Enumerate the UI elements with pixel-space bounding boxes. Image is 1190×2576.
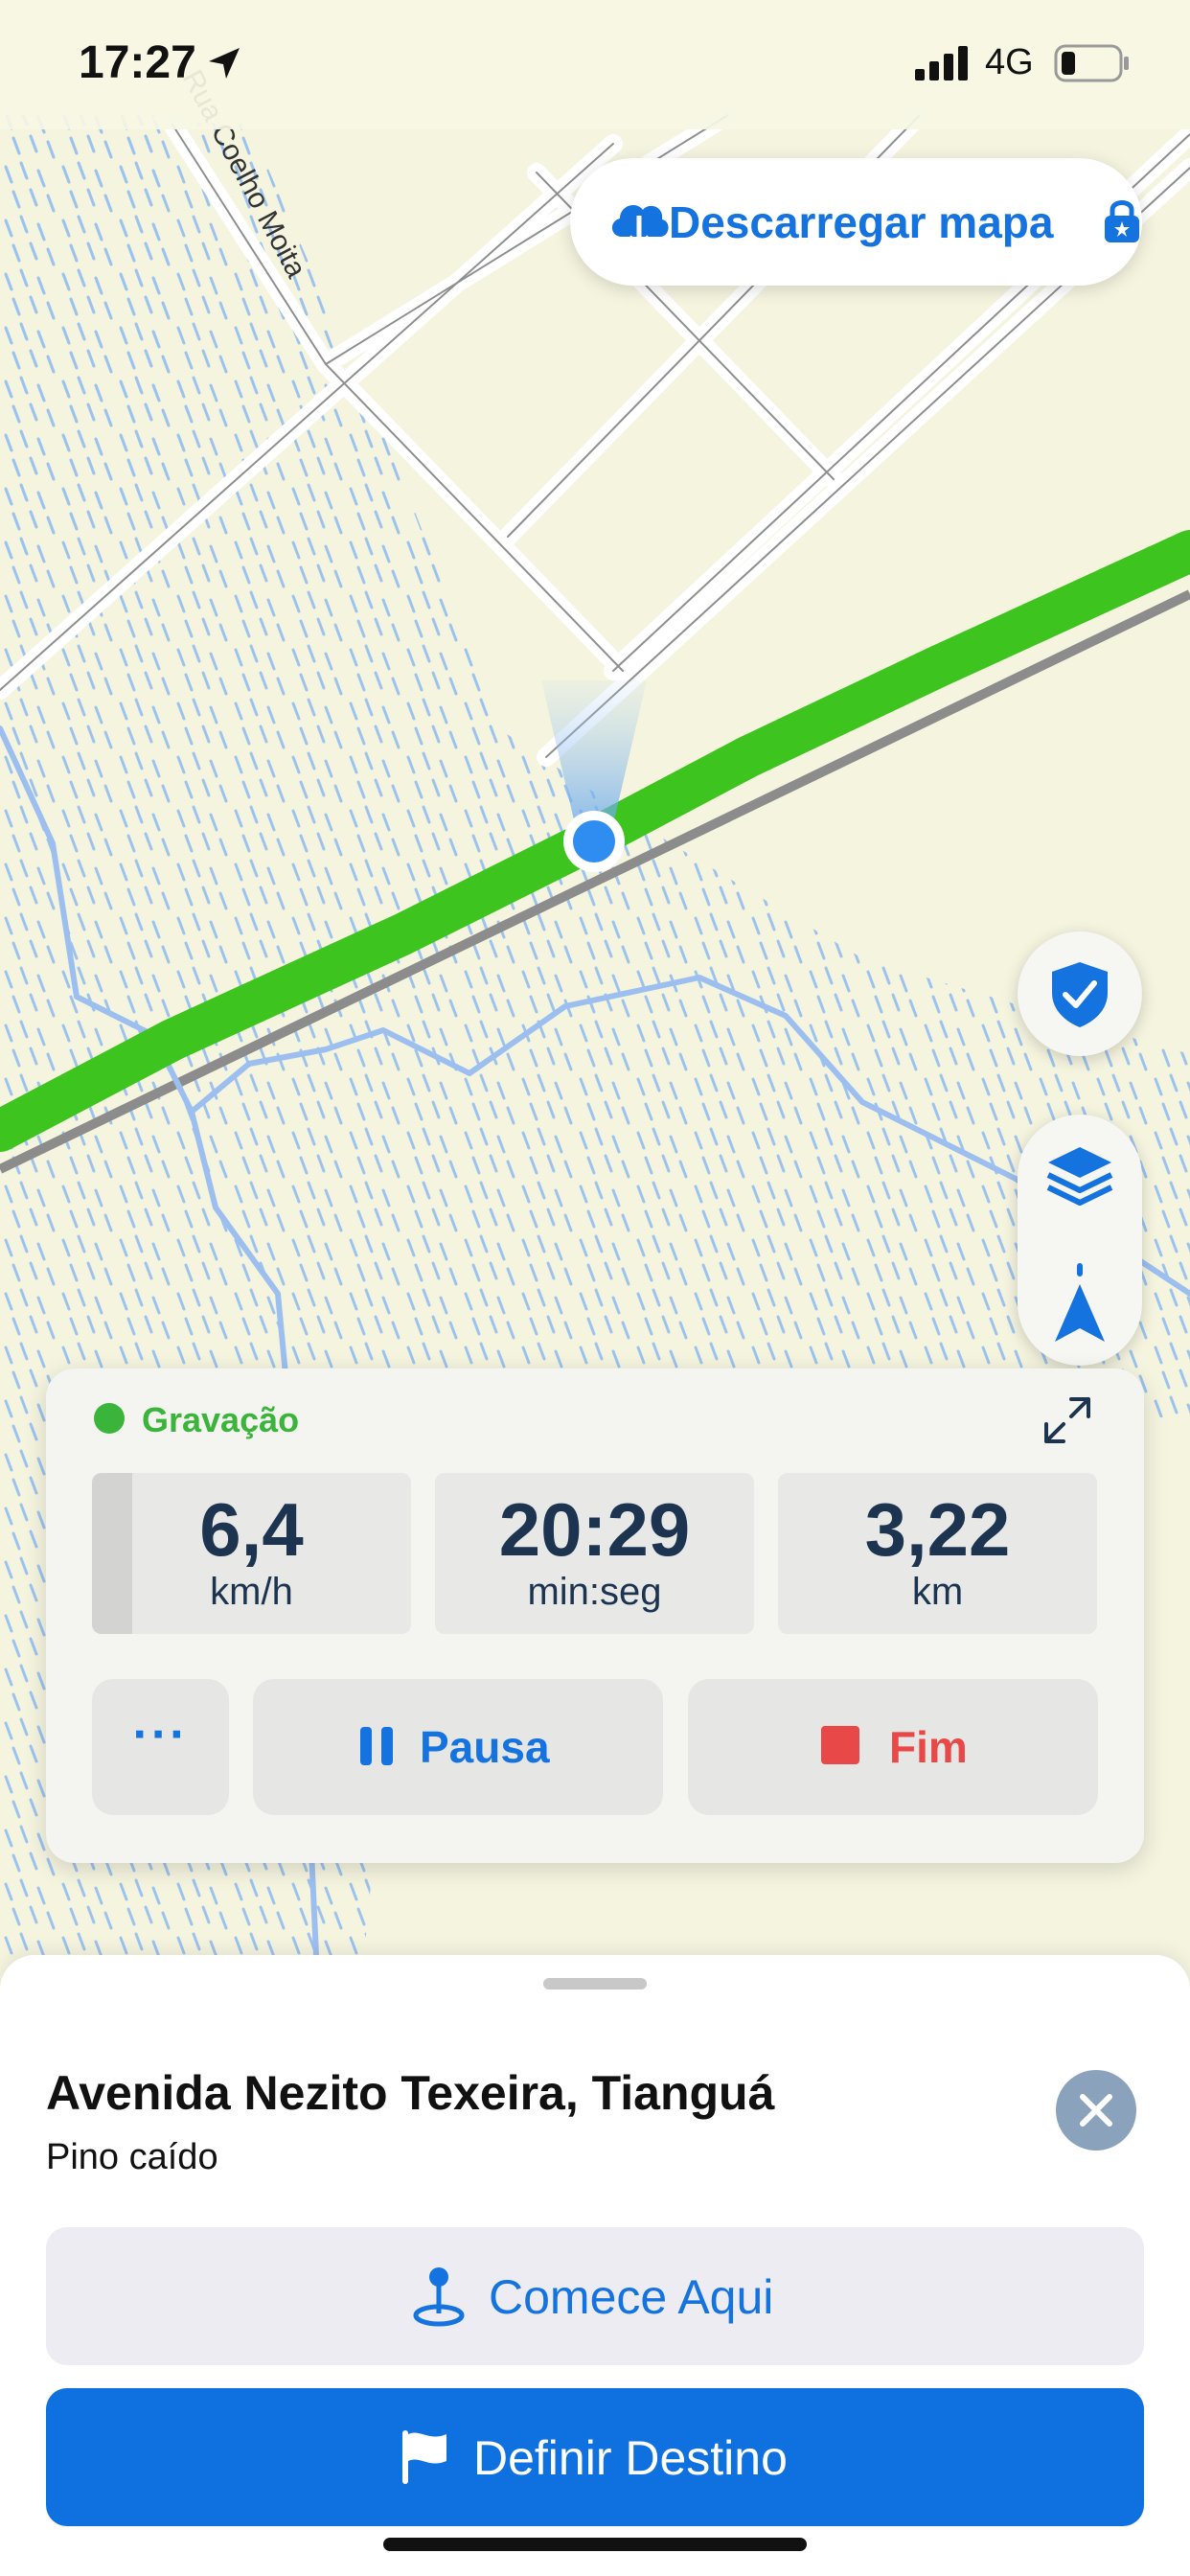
more-button[interactable]: ··· bbox=[92, 1679, 229, 1815]
pause-icon bbox=[360, 1727, 393, 1765]
layers-icon[interactable] bbox=[1044, 1143, 1115, 1210]
start-here-button[interactable]: Comece Aqui bbox=[46, 2227, 1144, 2365]
lock-icon bbox=[1105, 200, 1139, 242]
cloud-download-icon bbox=[611, 204, 669, 251]
speed-stat: 6,4 km/h bbox=[92, 1473, 411, 1634]
signal-bars-icon bbox=[915, 46, 968, 80]
navigation-arrow-icon[interactable] bbox=[1051, 1263, 1109, 1342]
shield-check-icon bbox=[1052, 962, 1108, 1027]
time-stat: 20:29 min:seg bbox=[435, 1473, 754, 1634]
recording-indicator bbox=[94, 1403, 125, 1434]
network-type: 4G bbox=[985, 42, 1034, 82]
place-title: Avenida Nezito Texeira, Tianguá bbox=[46, 2066, 775, 2120]
close-icon bbox=[1080, 2094, 1112, 2127]
recording-status: Gravação bbox=[142, 1400, 300, 1439]
set-destination-label: Definir Destino bbox=[473, 2431, 788, 2485]
speed-unit: km/h bbox=[210, 1571, 293, 1613]
distance-stat: 3,22 km bbox=[778, 1473, 1097, 1634]
location-arrow-icon bbox=[209, 48, 240, 79]
pause-label: Pausa bbox=[420, 1722, 550, 1772]
stop-label: Fim bbox=[889, 1722, 968, 1772]
place-subtitle: Pino caído bbox=[46, 2137, 218, 2177]
map-controls bbox=[1018, 1115, 1142, 1366]
home-indicator bbox=[383, 2538, 807, 2551]
place-sheet: Avenida Nezito Texeira, Tianguá Pino caí… bbox=[0, 1955, 1190, 2576]
expand-icon[interactable] bbox=[1042, 1395, 1092, 1445]
safety-button[interactable] bbox=[1018, 932, 1142, 1056]
recording-panel: Gravação 6,4 km/h 20:29 min:seg 3,22 km … bbox=[46, 1368, 1144, 1863]
time-value: 20:29 bbox=[498, 1487, 691, 1572]
distance-value: 3,22 bbox=[864, 1487, 1011, 1572]
download-map-label: Descarregar mapa bbox=[669, 197, 1054, 247]
status-bar: 17:27 4G bbox=[0, 0, 1190, 129]
stop-button[interactable]: Fim bbox=[688, 1679, 1098, 1815]
pause-button[interactable]: Pausa bbox=[253, 1679, 663, 1815]
start-here-label: Comece Aqui bbox=[489, 2270, 774, 2324]
close-button[interactable] bbox=[1056, 2070, 1136, 2150]
download-map-button[interactable]: Descarregar mapa bbox=[570, 158, 1142, 286]
more-icon: ··· bbox=[132, 1707, 189, 1762]
distance-unit: km bbox=[911, 1571, 964, 1613]
pin-start-icon bbox=[413, 2267, 465, 2327]
stop-icon bbox=[821, 1726, 859, 1764]
flag-icon bbox=[402, 2430, 446, 2484]
time-unit: min:seg bbox=[527, 1571, 662, 1613]
clock: 17:27 bbox=[79, 37, 196, 88]
set-destination-button[interactable]: Definir Destino bbox=[46, 2388, 1144, 2526]
sheet-grabber[interactable] bbox=[543, 1978, 647, 1990]
battery-icon bbox=[1054, 44, 1129, 82]
speed-value: 6,4 bbox=[199, 1487, 304, 1572]
